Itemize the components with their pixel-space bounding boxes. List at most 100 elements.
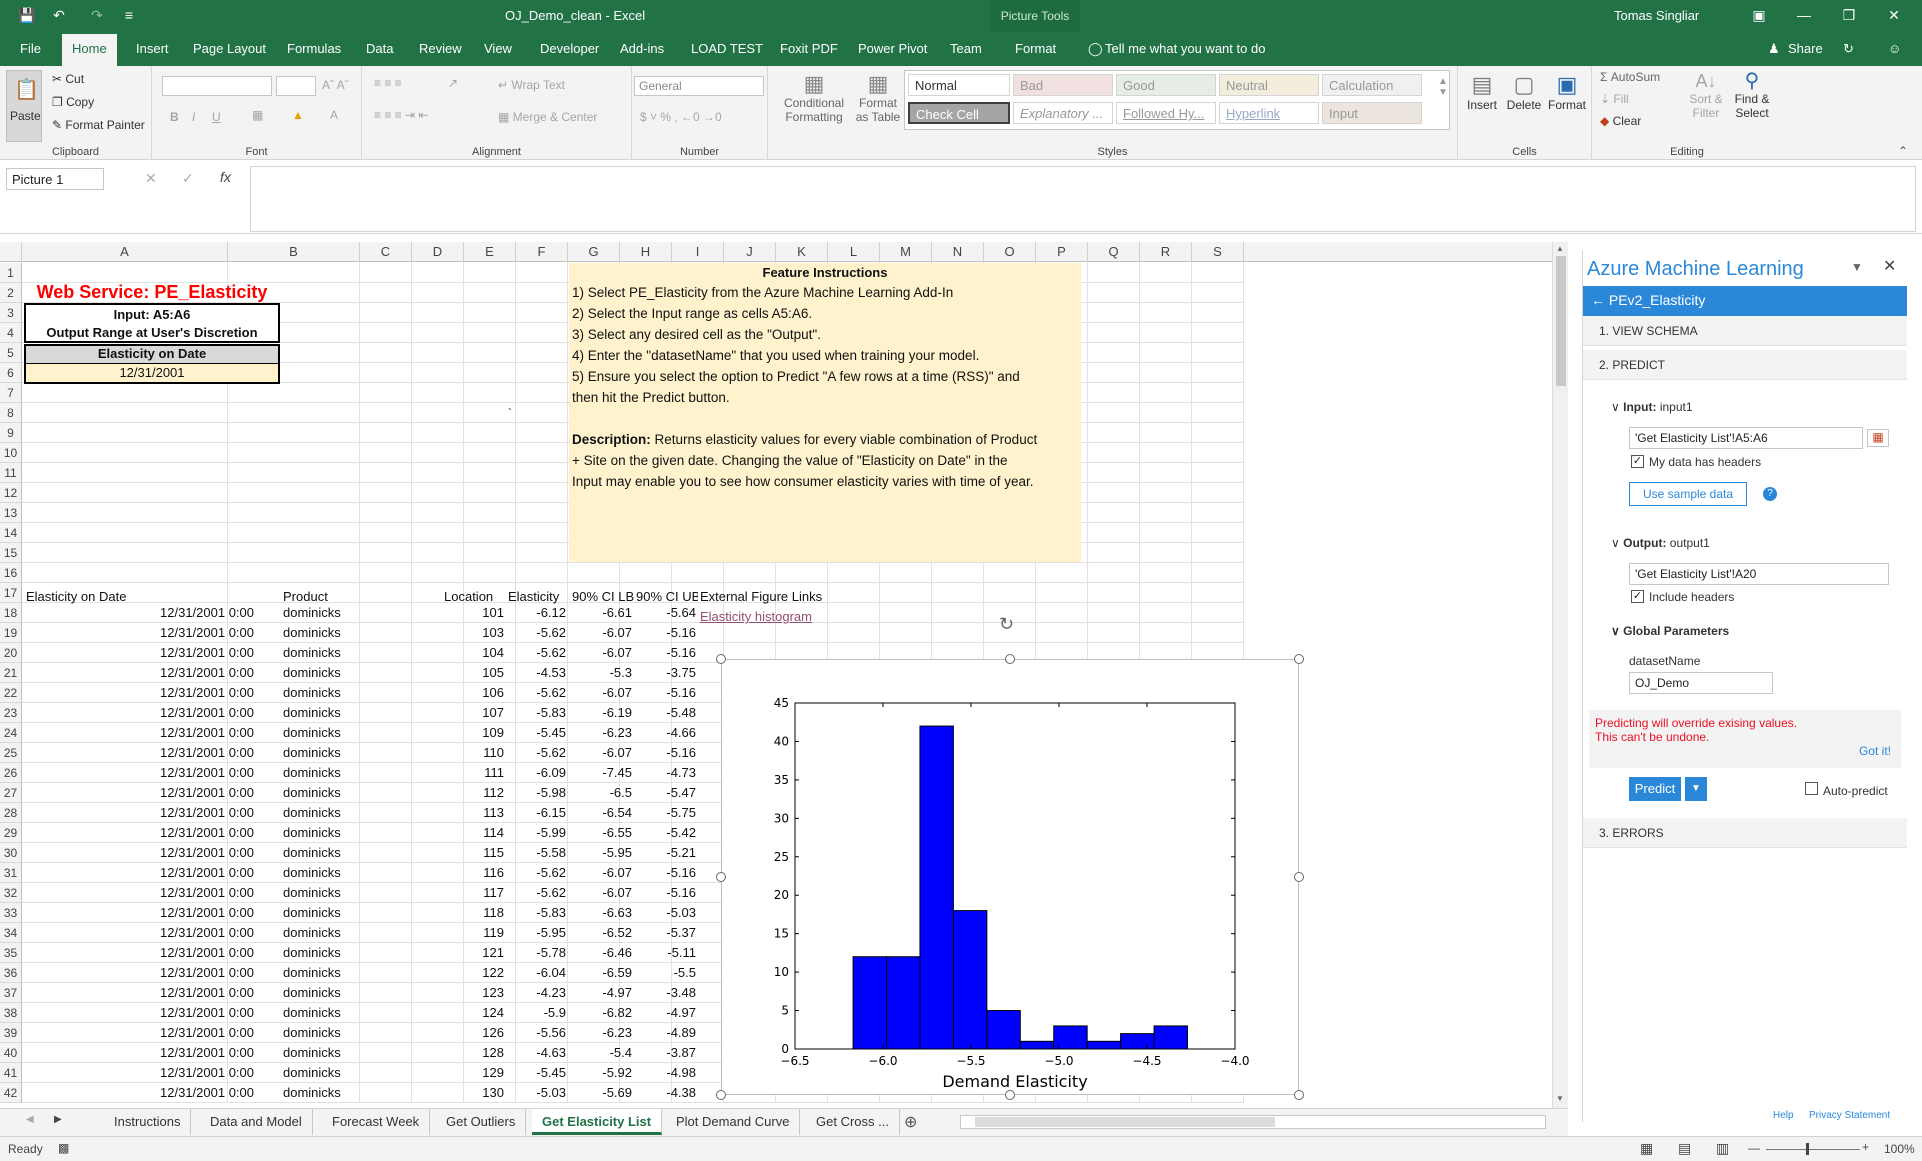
table-cell[interactable]: dominicks: [283, 603, 439, 623]
row-header[interactable]: 22: [0, 683, 22, 703]
table-cell[interactable]: -3.48: [636, 983, 696, 1003]
auto-predict-checkbox[interactable]: [1805, 782, 1818, 795]
table-cell[interactable]: -5.95: [572, 843, 632, 863]
delete-cells-button[interactable]: ▢ Delete: [1504, 72, 1544, 112]
scroll-thumb[interactable]: [1556, 256, 1566, 386]
table-cell[interactable]: -5.62: [508, 643, 566, 663]
global-params-row[interactable]: ∨ Global Parameters: [1611, 624, 1729, 638]
style-bad[interactable]: Bad: [1013, 74, 1113, 96]
view-schema-section[interactable]: 1. VIEW SCHEMA: [1583, 316, 1907, 346]
elasticity-date-input[interactable]: 12/31/2001: [24, 364, 280, 384]
format-as-table-button[interactable]: ▦ Format as Table: [852, 72, 904, 125]
row-header[interactable]: 10: [0, 443, 22, 463]
table-cell[interactable]: -5.11: [636, 943, 696, 963]
table-cell[interactable]: 12/31/2001 0:00: [26, 603, 254, 623]
row-header[interactable]: 28: [0, 803, 22, 823]
row-header[interactable]: 25: [0, 743, 22, 763]
table-cell[interactable]: -5.92: [572, 1063, 632, 1083]
table-cell[interactable]: -6.23: [572, 723, 632, 743]
predict-dropdown-icon[interactable]: ▼: [1685, 777, 1707, 801]
tab-foxit-pdf[interactable]: Foxit PDF: [780, 41, 838, 56]
table-cell[interactable]: dominicks: [283, 1063, 439, 1083]
increase-font-icon[interactable]: Aˆ Aˇ: [322, 78, 349, 92]
table-cell[interactable]: 126: [444, 1023, 504, 1043]
row-header[interactable]: 4: [0, 323, 22, 343]
table-cell[interactable]: -5.62: [508, 683, 566, 703]
table-header[interactable]: External Figure Links: [700, 587, 900, 607]
sort-filter-button[interactable]: A↓ Sort & Filter: [1686, 70, 1726, 120]
tab-view[interactable]: View: [484, 41, 512, 56]
formula-input[interactable]: [250, 166, 1916, 232]
sheet-tab[interactable]: Forecast Week: [322, 1109, 431, 1135]
row-header[interactable]: 17: [0, 583, 22, 603]
fill-color-icon[interactable]: ▲: [292, 108, 304, 122]
row-header[interactable]: 34: [0, 923, 22, 943]
table-cell[interactable]: -4.97: [636, 1003, 696, 1023]
redo-icon[interactable]: ↷: [88, 6, 106, 24]
style-good[interactable]: Good: [1116, 74, 1216, 96]
table-cell[interactable]: -5.95: [508, 923, 566, 943]
table-cell[interactable]: -5.75: [636, 803, 696, 823]
row-header[interactable]: 40: [0, 1043, 22, 1063]
table-cell[interactable]: 101: [444, 603, 504, 623]
tab-formulas[interactable]: Formulas: [287, 41, 341, 56]
table-cell[interactable]: -4.89: [636, 1023, 696, 1043]
table-cell[interactable]: -5.37: [636, 923, 696, 943]
resize-handle[interactable]: [1294, 872, 1304, 882]
table-cell[interactable]: dominicks: [283, 643, 439, 663]
table-cell[interactable]: -6.46: [572, 943, 632, 963]
table-cell[interactable]: -6.07: [572, 643, 632, 663]
column-header[interactable]: P: [1036, 242, 1088, 262]
format-painter-button[interactable]: ✎ Format Painter: [52, 118, 145, 132]
table-cell[interactable]: -6.82: [572, 1003, 632, 1023]
table-cell[interactable]: 119: [444, 923, 504, 943]
undo-icon[interactable]: ↶: [50, 6, 68, 24]
table-cell[interactable]: -5.78: [508, 943, 566, 963]
has-headers-checkbox[interactable]: ✓: [1631, 455, 1644, 468]
table-cell[interactable]: -5.4: [572, 1043, 632, 1063]
row-header[interactable]: 18: [0, 603, 22, 623]
resize-handle[interactable]: [716, 872, 726, 882]
table-cell[interactable]: 12/31/2001 0:00: [26, 783, 254, 803]
row-header[interactable]: 6: [0, 363, 22, 383]
table-cell[interactable]: -3.75: [636, 663, 696, 683]
scroll-up-icon[interactable]: ▲: [1556, 244, 1564, 253]
table-cell[interactable]: -5.16: [636, 863, 696, 883]
column-header[interactable]: L: [828, 242, 880, 262]
row-header[interactable]: 42: [0, 1083, 22, 1103]
row-header[interactable]: 7: [0, 383, 22, 403]
row-header[interactable]: 19: [0, 623, 22, 643]
row-header[interactable]: 26: [0, 763, 22, 783]
style-hyperlink[interactable]: Hyperlink: [1219, 102, 1319, 124]
zoom-slider-thumb[interactable]: [1806, 1143, 1809, 1155]
next-sheet-icon[interactable]: ▶: [54, 1114, 62, 1125]
tab-review[interactable]: Review: [419, 41, 462, 56]
font-color-icon[interactable]: A: [330, 108, 338, 122]
column-header[interactable]: F: [516, 242, 568, 262]
table-cell[interactable]: -6.07: [572, 683, 632, 703]
output-range-field[interactable]: [1629, 563, 1889, 585]
table-cell[interactable]: -5.69: [572, 1083, 632, 1103]
table-cell[interactable]: dominicks: [283, 863, 439, 883]
table-cell[interactable]: 12/31/2001 0:00: [26, 903, 254, 923]
find-select-button[interactable]: ⚲ Find & Select: [1730, 70, 1774, 120]
resize-handle[interactable]: [716, 654, 726, 664]
table-cell[interactable]: -5.21: [636, 843, 696, 863]
clear-button[interactable]: ◆ Clear: [1600, 114, 1641, 128]
predict-section[interactable]: 2. PREDICT: [1583, 350, 1907, 380]
zoom-out-icon[interactable]: —: [1748, 1141, 1760, 1155]
table-cell[interactable]: -5.48: [636, 703, 696, 723]
table-cell[interactable]: 122: [444, 963, 504, 983]
sheet-tab[interactable]: Plot Demand Curve: [666, 1109, 801, 1135]
zoom-in-icon[interactable]: +: [1862, 1140, 1869, 1154]
table-cell[interactable]: -5.45: [508, 723, 566, 743]
table-cell[interactable]: 110: [444, 743, 504, 763]
table-cell[interactable]: -6.52: [572, 923, 632, 943]
number-format-box[interactable]: General: [634, 76, 764, 96]
table-cell[interactable]: 103: [444, 623, 504, 643]
history-icon[interactable]: ↻: [1843, 41, 1854, 57]
table-cell[interactable]: 104: [444, 643, 504, 663]
orientation-icon[interactable]: ↗: [448, 76, 458, 90]
elasticity-histogram-link[interactable]: Elasticity histogram: [700, 607, 850, 627]
table-cell[interactable]: -4.53: [508, 663, 566, 683]
